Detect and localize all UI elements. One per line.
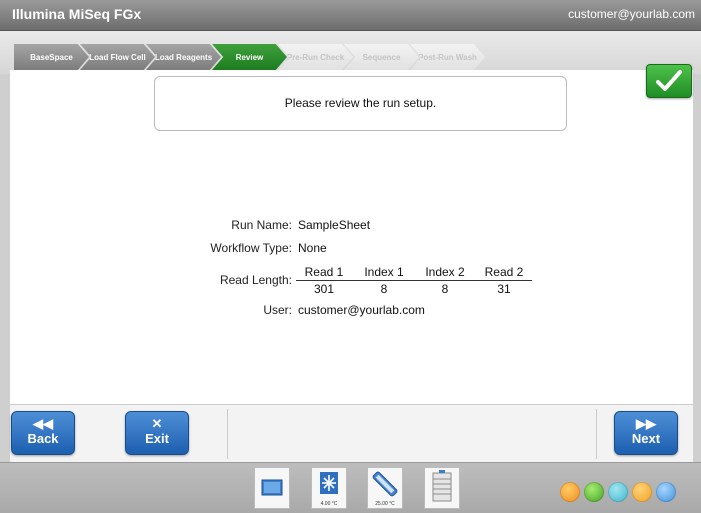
chiller-status-button[interactable]: 4.00 °C — [311, 467, 347, 509]
workflow-type-label: Workflow Type: — [210, 241, 292, 255]
read-length-label: Read Length: — [219, 273, 292, 287]
workflow-step-review: Review — [212, 44, 287, 70]
review-message: Please review the run setup. — [284, 96, 437, 110]
read-length-divider — [296, 280, 532, 281]
monitor-status-button[interactable] — [254, 467, 290, 509]
workflow-step-pre-run-check: Pre-Run Check — [278, 44, 353, 70]
read-1-value: 301 — [313, 282, 335, 296]
divider — [227, 409, 228, 459]
green-gear-status-icon[interactable] — [584, 482, 604, 502]
reagent-cartridge-icon — [432, 470, 452, 502]
water-drop-status-icon[interactable] — [656, 482, 676, 502]
index-2-value: 8 — [441, 282, 449, 296]
run-name-value: SampleSheet — [298, 218, 371, 232]
workflow-step-sequence: Sequence — [344, 44, 419, 70]
back-label: Back — [27, 431, 59, 446]
network-status-icon[interactable] — [608, 482, 628, 502]
workflow-step-basespace: BaseSpace — [14, 44, 89, 70]
index-1-value: 8 — [380, 282, 388, 296]
flowcell-temperature: 25.00 °C — [375, 501, 395, 507]
back-icon: ◀◀ — [33, 416, 53, 431]
run-name-label: Run Name: — [231, 218, 292, 232]
exit-button[interactable]: ✕ Exit — [125, 411, 189, 455]
read-2-value: 31 — [497, 282, 511, 296]
exit-label: Exit — [145, 431, 169, 446]
user-value: customer@yourlab.com — [298, 303, 425, 317]
snowflake-icon — [320, 472, 338, 494]
close-icon: ✕ — [151, 416, 163, 431]
chiller-temperature: 4.00 °C — [320, 501, 338, 507]
user-label: User: — [263, 303, 292, 317]
title-bar: Illumina MiSeq FGx customer@yourlab.com — [0, 0, 701, 31]
folder-status-icon[interactable] — [632, 482, 652, 502]
read-2-header: Read 2 — [484, 265, 524, 279]
index-1-header: Index 1 — [364, 265, 404, 279]
monitor-icon — [261, 479, 283, 496]
read-1-header: Read 1 — [304, 265, 344, 279]
next-button[interactable]: ▶▶ Next — [614, 411, 678, 455]
confirm-check-button[interactable] — [646, 64, 692, 98]
orange-gear-status-icon[interactable] — [560, 482, 580, 502]
workflow-steps: BaseSpace Load Flow Cell Load Reagents Revi… — [14, 44, 485, 70]
next-label: Next — [631, 431, 661, 446]
index-2-header: Index 2 — [425, 265, 465, 279]
next-icon: ▶▶ — [636, 416, 656, 431]
flow-cell-icon — [372, 471, 398, 497]
user-email: customer@yourlab.com — [568, 7, 695, 21]
workflow-step-load-flow-cell: Load Flow Cell — [80, 44, 155, 70]
flowcell-status-button[interactable]: 25.00 °C — [367, 467, 403, 509]
app-title: Illumina MiSeq FGx — [12, 6, 142, 22]
divider — [596, 409, 597, 459]
workflow-step-post-run-wash: Post-Run Wash — [410, 44, 485, 70]
button-bar — [10, 404, 693, 463]
workflow-step-load-reagents: Load Reagents — [146, 44, 221, 70]
back-button[interactable]: ◀◀ Back — [11, 411, 75, 455]
workflow-type-value: None — [298, 241, 327, 255]
checkmark-icon — [656, 70, 682, 91]
reagent-status-button[interactable] — [424, 467, 460, 509]
